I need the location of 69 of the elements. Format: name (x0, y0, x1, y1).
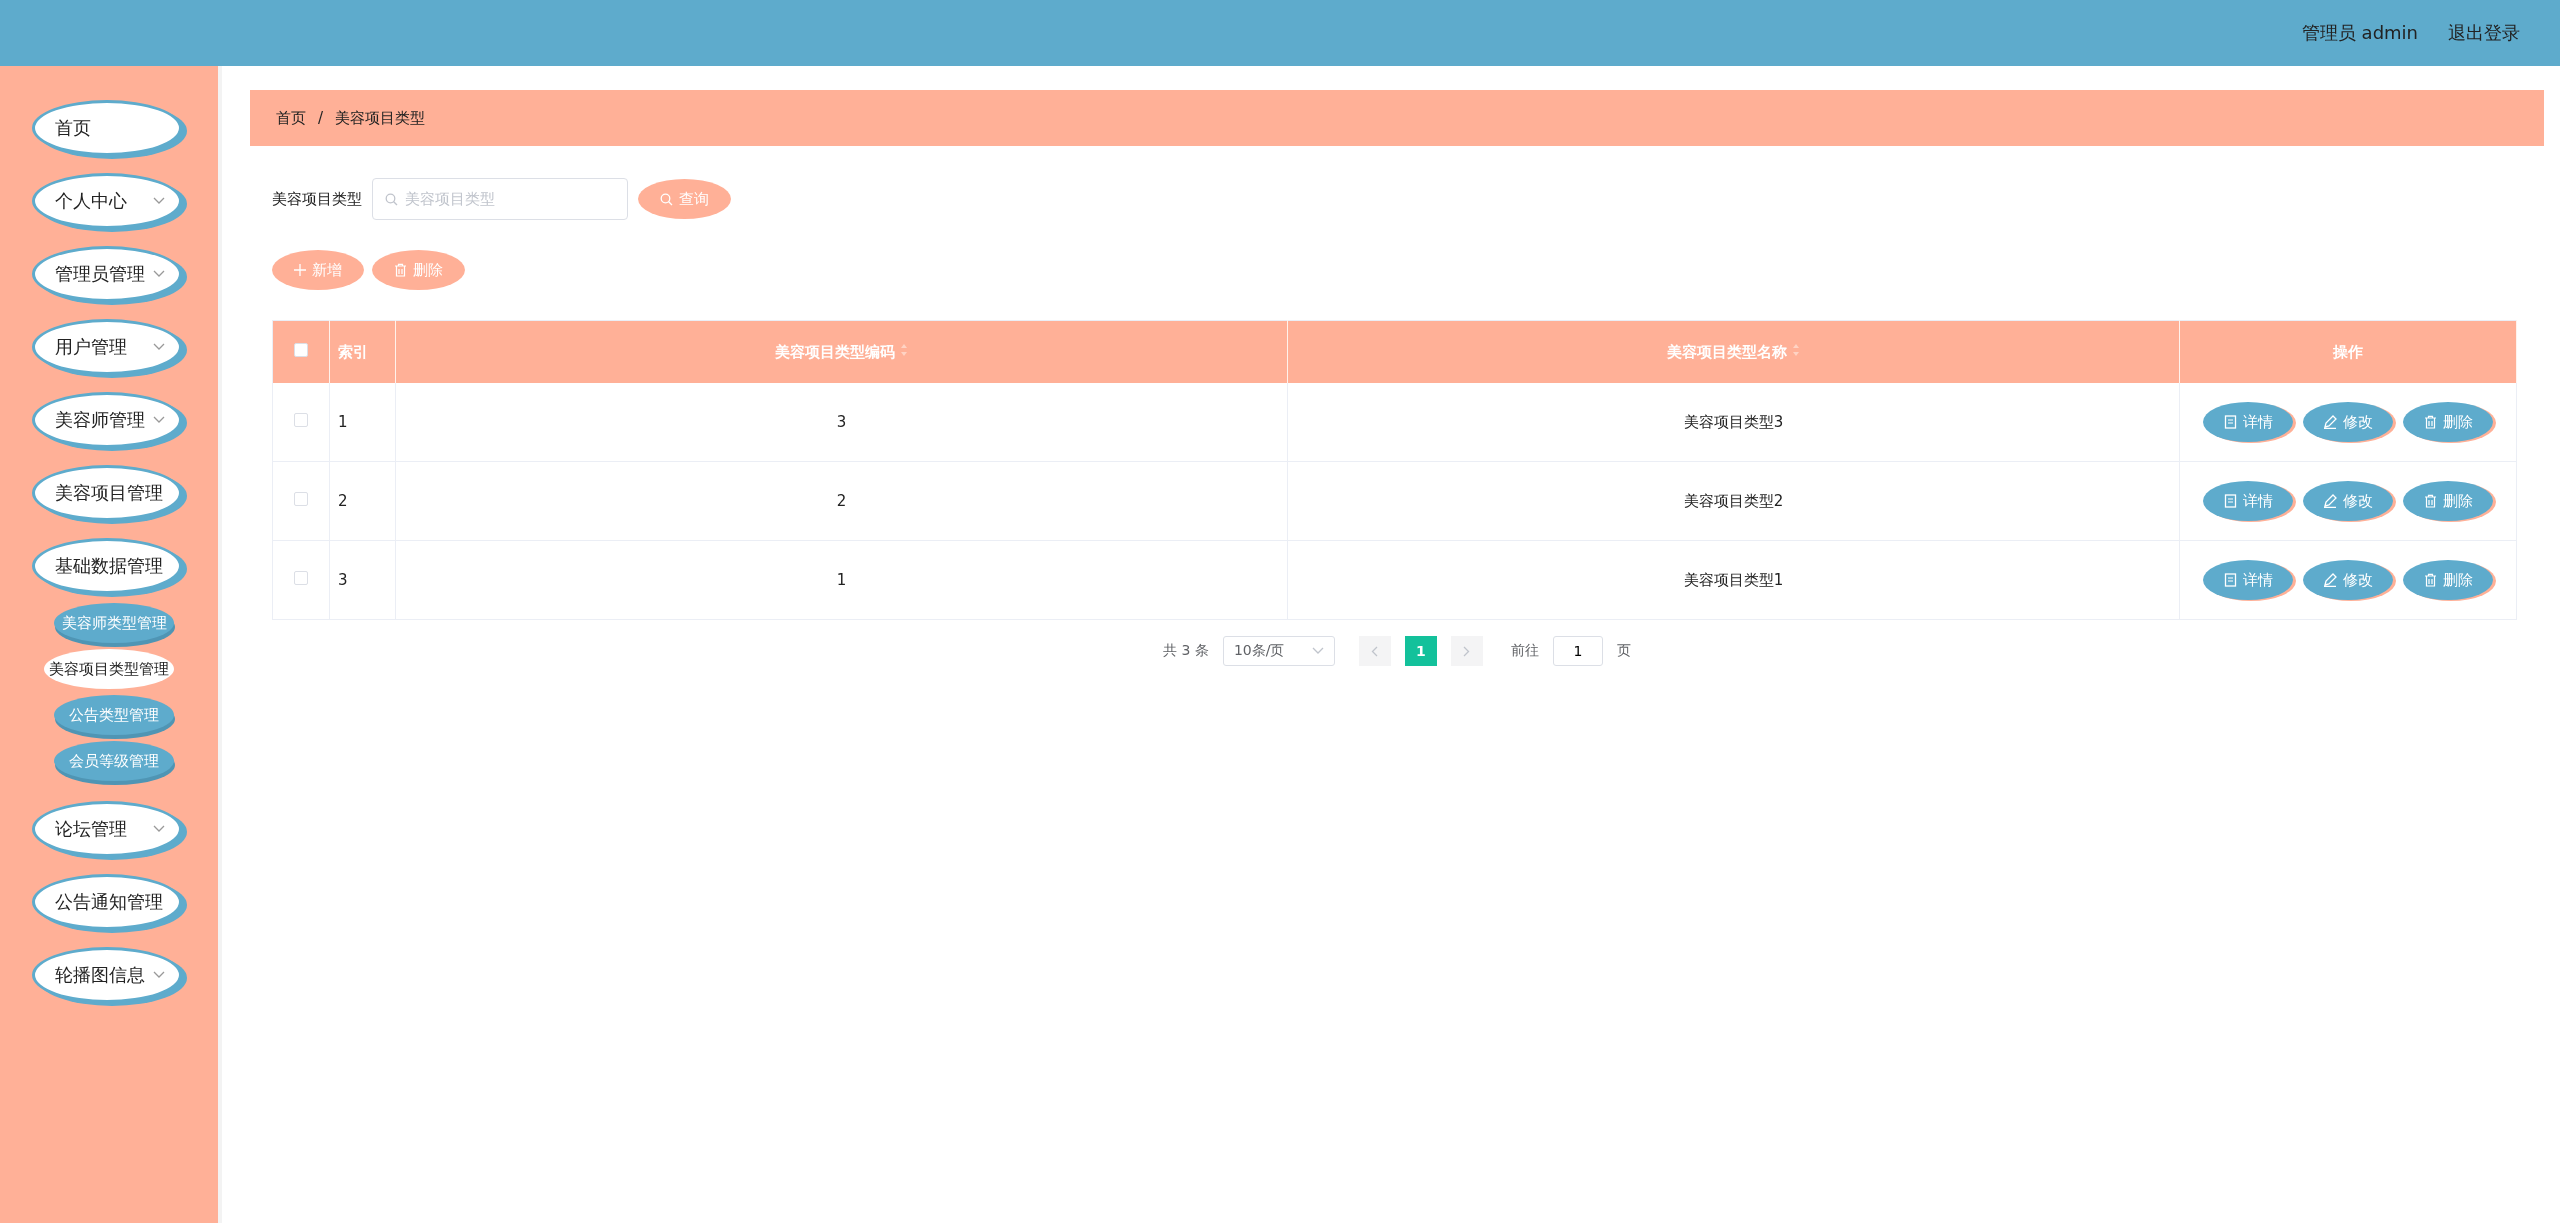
column-header: 操作 (2179, 320, 2517, 383)
chevron-down-icon (153, 197, 165, 205)
page-suffix: 页 (1616, 642, 1631, 660)
edit-button[interactable]: 修改 (2303, 481, 2393, 521)
chevron-down-icon (153, 270, 165, 278)
table-cell: 美容项目类型3 (1287, 383, 2180, 462)
chevron-down-icon (153, 416, 165, 424)
document-icon (2223, 573, 2237, 587)
select-all-checkbox[interactable] (294, 343, 308, 357)
breadcrumb-item: 美容项目类型 (335, 108, 426, 128)
query-button[interactable]: 查询 (638, 179, 731, 219)
document-icon (2223, 494, 2237, 508)
document-icon (2223, 415, 2237, 429)
pencil-icon (2323, 494, 2337, 508)
details-button[interactable]: 详情 (2203, 402, 2293, 442)
table-cell: 美容项目类型2 (1287, 461, 2180, 541)
trash-icon (2423, 494, 2437, 508)
column-header: 索引 (329, 320, 396, 383)
details-button[interactable]: 详情 (2203, 560, 2293, 600)
sort-icon[interactable] (900, 342, 909, 357)
delete-button[interactable]: 删除 (2403, 402, 2493, 442)
chevron-right-icon (1463, 645, 1471, 657)
table-cell: 3 (329, 540, 396, 620)
breadcrumb-separator: / (318, 109, 324, 127)
pencil-icon (2323, 415, 2337, 429)
delete-button[interactable]: 删除 (2403, 481, 2493, 521)
logout-link[interactable]: 退出登录 (2448, 21, 2520, 45)
search-icon (660, 192, 673, 206)
trash-icon (2423, 573, 2437, 587)
table-cell: 1 (395, 540, 1288, 620)
column-header[interactable]: 美容项目类型编码 (395, 320, 1288, 383)
pencil-icon (2323, 573, 2337, 587)
row-checkbox[interactable] (294, 492, 308, 506)
user-label: 管理员 admin (2301, 21, 2418, 45)
row-checkbox[interactable] (294, 413, 308, 427)
page-button[interactable]: 1 (1404, 636, 1437, 666)
edit-button[interactable]: 修改 (2303, 402, 2393, 442)
add-button[interactable]: 新增 (272, 250, 364, 290)
chevron-down-icon (153, 343, 165, 351)
table-cell: 2 (329, 461, 396, 541)
page-size-select[interactable]: 10条/页 (1222, 636, 1335, 666)
sort-icon[interactable] (1792, 342, 1801, 357)
search-icon (385, 193, 398, 206)
next-page-button[interactable] (1450, 636, 1483, 666)
chevron-down-icon (1311, 647, 1324, 655)
search-label: 美容项目类型 (272, 189, 362, 209)
goto-label: 前往 (1510, 642, 1539, 660)
delete-button[interactable]: 删除 (2403, 560, 2493, 600)
details-button[interactable]: 详情 (2203, 481, 2293, 521)
trash-icon (2423, 415, 2437, 429)
chevron-left-icon (1371, 645, 1379, 657)
delete-button[interactable]: 删除 (372, 250, 465, 290)
column-header[interactable]: 美容项目类型名称 (1287, 320, 2180, 383)
table-cell: 1 (329, 383, 396, 462)
total-count: 共 3 条 (1163, 642, 1209, 660)
plus-icon (294, 264, 306, 276)
previous-page-button[interactable] (1358, 636, 1391, 666)
table-cell: 2 (395, 461, 1288, 541)
chevron-down-icon (153, 971, 165, 979)
search-field[interactable]: 美容项目类型 (372, 178, 628, 220)
chevron-down-icon (153, 825, 165, 833)
goto-page-field[interactable]: 1 (1552, 636, 1603, 666)
trash-icon (394, 263, 407, 277)
table-cell: 美容项目类型1 (1287, 540, 2180, 620)
submenu-item[interactable]: 美容项目类型管理 (44, 649, 174, 689)
table-cell: 3 (395, 383, 1288, 462)
edit-button[interactable]: 修改 (2303, 560, 2393, 600)
breadcrumb-item[interactable]: 首页 (276, 108, 306, 128)
row-checkbox[interactable] (294, 571, 308, 585)
